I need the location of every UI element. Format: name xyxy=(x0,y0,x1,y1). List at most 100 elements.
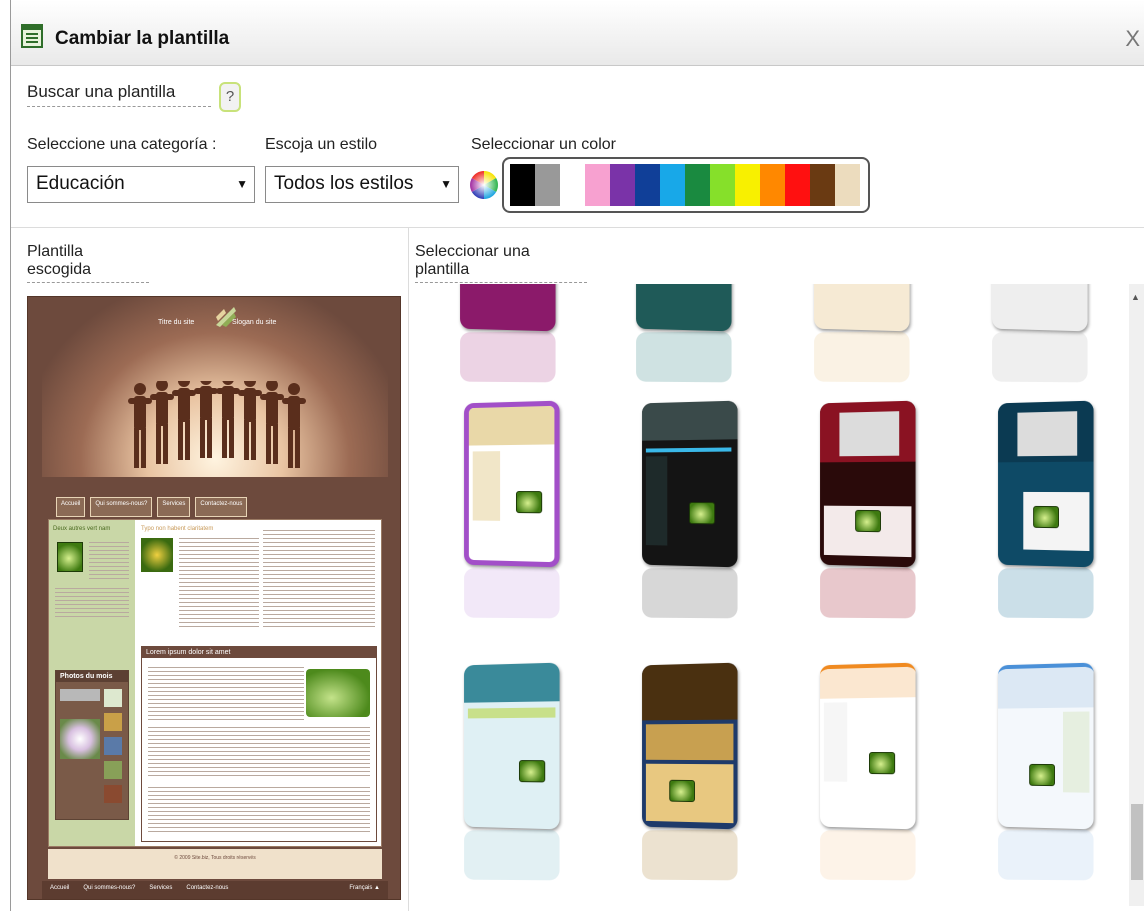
template-card xyxy=(464,400,560,568)
preview-photo xyxy=(104,713,122,731)
paper-people-image xyxy=(128,381,306,468)
leaf-icon xyxy=(1033,505,1059,529)
template-card xyxy=(814,284,910,332)
preview-side-image xyxy=(57,542,83,572)
color-swatch[interactable] xyxy=(710,164,735,206)
template-card xyxy=(998,662,1094,830)
template-reflection xyxy=(998,829,1094,881)
template-pane xyxy=(645,723,734,761)
preview-bottom-nav: Accueil Qui sommes-nous? Services Contac… xyxy=(42,881,388,899)
preview-text xyxy=(148,787,370,835)
template-thumbnail[interactable] xyxy=(819,400,917,620)
color-swatch[interactable] xyxy=(510,164,535,206)
color-swatch[interactable] xyxy=(610,164,635,206)
template-card xyxy=(642,400,738,568)
template-thumbnail[interactable] xyxy=(463,400,561,620)
preview-photo xyxy=(104,785,122,803)
preview-box-title: Lorem ipsum dolor sit amet xyxy=(142,647,376,658)
template-card xyxy=(636,284,732,332)
color-swatch[interactable] xyxy=(785,164,810,206)
color-swatch[interactable] xyxy=(760,164,785,206)
template-thumbnail[interactable] xyxy=(997,662,1095,882)
scroll-up-icon[interactable]: ▲ xyxy=(1131,292,1140,302)
template-pane xyxy=(467,707,556,719)
template-reflection xyxy=(464,829,560,881)
preview-photo xyxy=(104,737,122,755)
style-label: Escoja un estilo xyxy=(265,136,378,153)
color-swatch[interactable] xyxy=(660,164,685,206)
template-reflection xyxy=(820,567,916,619)
close-button[interactable]: X xyxy=(1125,26,1140,52)
scrollbar-thumb[interactable] xyxy=(1131,804,1143,880)
template-header xyxy=(820,666,916,699)
template-card xyxy=(820,662,916,830)
template-pane xyxy=(1063,711,1090,793)
template-card xyxy=(642,662,738,830)
color-swatch[interactable] xyxy=(685,164,710,206)
preview-photo-nav xyxy=(60,689,100,701)
color-swatch[interactable] xyxy=(560,164,585,206)
category-label: Seleccione una categoría : xyxy=(27,136,217,153)
leaf-icon xyxy=(1029,763,1055,787)
color-swatch[interactable] xyxy=(810,164,835,206)
template-thumbnail[interactable] xyxy=(463,662,561,882)
leaf-icon xyxy=(855,509,881,533)
change-template-dialog: Cambiar la plantilla X Buscar una planti… xyxy=(10,0,1144,911)
color-swatch[interactable] xyxy=(835,164,860,206)
preview-nav: Accueil Qui sommes-nous? Services Contac… xyxy=(42,497,388,517)
dialog-title: Cambiar la plantilla xyxy=(55,28,230,49)
template-header xyxy=(998,666,1094,709)
template-reflection xyxy=(998,567,1094,619)
preview-bottom-nav-item: Accueil xyxy=(50,885,70,891)
preview-bottom-nav-item: Services xyxy=(149,885,173,891)
template-thumbnail[interactable] xyxy=(641,400,739,620)
style-select[interactable]: Todos los estilos ▼ xyxy=(265,166,459,203)
leaf-icon xyxy=(515,491,543,514)
preview-banner: Titre du site Slogan du site xyxy=(42,297,388,477)
dialog-titlebar: Cambiar la plantilla X xyxy=(11,0,1144,66)
preview-text xyxy=(179,538,259,630)
template-card xyxy=(820,400,916,568)
template-card xyxy=(992,284,1088,332)
preview-photo xyxy=(104,689,122,707)
preview-bottom-nav-item: Contactez-nous xyxy=(186,885,229,891)
template-gallery xyxy=(413,284,1127,906)
color-label: Seleccionar un color xyxy=(471,136,616,153)
leaf-icon xyxy=(669,779,695,803)
category-select[interactable]: Educación ▼ xyxy=(27,166,255,203)
gallery-scrollbar[interactable]: ▲ xyxy=(1129,284,1144,906)
search-template-header: Buscar una plantilla xyxy=(27,82,211,107)
color-swatch[interactable] xyxy=(535,164,560,206)
document-icon xyxy=(21,24,43,48)
leaf-icon xyxy=(689,502,716,525)
swatch-row xyxy=(510,164,862,206)
template-pane xyxy=(839,411,900,457)
preview-main-title: Typo non habent claritatem xyxy=(141,526,214,532)
color-swatch[interactable] xyxy=(735,164,760,206)
template-reflection xyxy=(820,829,916,881)
preview-photos: Photos du mois xyxy=(55,670,129,820)
template-header xyxy=(642,662,738,721)
preview-copyright: © 2009 Site.biz, Tous droits réservés xyxy=(174,855,256,861)
template-thumbnail[interactable] xyxy=(641,662,739,882)
leaf-icon xyxy=(868,752,896,775)
preview-language: Français ▲ xyxy=(349,885,380,891)
preview-flower-photo xyxy=(60,719,100,759)
template-reflection xyxy=(992,331,1088,383)
help-button[interactable]: ? xyxy=(219,82,241,112)
preview-content-box: Lorem ipsum dolor sit amet xyxy=(141,646,377,842)
color-swatch[interactable] xyxy=(635,164,660,206)
template-card xyxy=(464,662,560,830)
color-wheel-icon[interactable] xyxy=(469,164,499,206)
template-thumbnail[interactable] xyxy=(819,662,917,882)
preview-photos-title: Photos du mois xyxy=(56,671,128,682)
template-pane xyxy=(645,456,668,546)
template-thumbnail[interactable] xyxy=(997,400,1095,620)
preview-nav-item: Qui sommes-nous? xyxy=(90,497,153,517)
template-header xyxy=(468,405,555,446)
color-swatch[interactable] xyxy=(585,164,610,206)
preview-slogan: Slogan du site xyxy=(232,319,277,326)
template-reflection xyxy=(460,331,556,383)
preview-side-title: Deux autres vert nam xyxy=(53,526,111,532)
preview-text xyxy=(55,588,129,618)
